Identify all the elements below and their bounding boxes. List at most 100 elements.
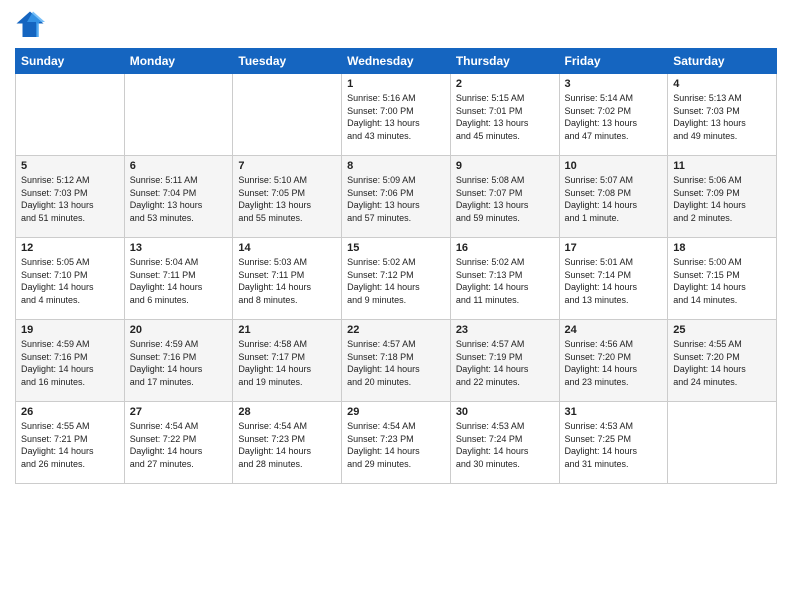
calendar-day-16: 16 Sunrise: 5:02 AM Sunset: 7:13 PM Dayli… xyxy=(450,238,559,320)
day-info: Sunrise: 4:55 AM Sunset: 7:21 PM Dayligh… xyxy=(21,420,119,470)
day-number: 5 xyxy=(21,160,119,172)
calendar-week-row: 1 Sunrise: 5:16 AM Sunset: 7:00 PM Daylig… xyxy=(16,74,777,156)
day-number: 14 xyxy=(238,242,336,254)
day-info: Sunrise: 4:57 AM Sunset: 7:18 PM Dayligh… xyxy=(347,338,445,388)
day-number: 26 xyxy=(21,406,119,418)
day-number: 16 xyxy=(456,242,554,254)
calendar-week-row: 12 Sunrise: 5:05 AM Sunset: 7:10 PM Dayli… xyxy=(16,238,777,320)
calendar-day-6: 6 Sunrise: 5:11 AM Sunset: 7:04 PM Daylig… xyxy=(124,156,233,238)
header xyxy=(15,10,777,40)
day-number: 23 xyxy=(456,324,554,336)
day-info: Sunrise: 5:15 AM Sunset: 7:01 PM Dayligh… xyxy=(456,92,554,142)
day-number: 30 xyxy=(456,406,554,418)
calendar-day-10: 10 Sunrise: 5:07 AM Sunset: 7:08 PM Dayli… xyxy=(559,156,668,238)
weekday-header-tuesday: Tuesday xyxy=(233,49,342,74)
day-number: 10 xyxy=(565,160,663,172)
day-info: Sunrise: 5:03 AM Sunset: 7:11 PM Dayligh… xyxy=(238,256,336,306)
day-number: 12 xyxy=(21,242,119,254)
calendar-day-11: 11 Sunrise: 5:06 AM Sunset: 7:09 PM Dayli… xyxy=(668,156,777,238)
day-info: Sunrise: 5:11 AM Sunset: 7:04 PM Dayligh… xyxy=(130,174,228,224)
day-number: 25 xyxy=(673,324,771,336)
day-info: Sunrise: 5:04 AM Sunset: 7:11 PM Dayligh… xyxy=(130,256,228,306)
calendar-day-26: 26 Sunrise: 4:55 AM Sunset: 7:21 PM Dayli… xyxy=(16,402,125,484)
day-info: Sunrise: 4:59 AM Sunset: 7:16 PM Dayligh… xyxy=(21,338,119,388)
calendar-day-5: 5 Sunrise: 5:12 AM Sunset: 7:03 PM Daylig… xyxy=(16,156,125,238)
day-info: Sunrise: 4:54 AM Sunset: 7:23 PM Dayligh… xyxy=(347,420,445,470)
calendar-week-row: 5 Sunrise: 5:12 AM Sunset: 7:03 PM Daylig… xyxy=(16,156,777,238)
day-number: 15 xyxy=(347,242,445,254)
calendar-day-20: 20Sunrise: 4:59 AM Sunset: 7:16 PM Dayli… xyxy=(124,320,233,402)
day-info: Sunrise: 5:06 AM Sunset: 7:09 PM Dayligh… xyxy=(673,174,771,224)
day-info: Sunrise: 4:54 AM Sunset: 7:23 PM Dayligh… xyxy=(238,420,336,470)
day-number: 24 xyxy=(565,324,663,336)
day-number: 9 xyxy=(456,160,554,172)
calendar-table: SundayMondayTuesdayWednesdayThursdayFrid… xyxy=(15,48,777,484)
page: SundayMondayTuesdayWednesdayThursdayFrid… xyxy=(0,0,792,612)
calendar-week-row: 19 Sunrise: 4:59 AM Sunset: 7:16 PM Dayli… xyxy=(16,320,777,402)
day-number: 6 xyxy=(130,160,228,172)
weekday-header-monday: Monday xyxy=(124,49,233,74)
day-info: Sunrise: 5:10 AM Sunset: 7:05 PM Dayligh… xyxy=(238,174,336,224)
calendar-day-3: 3Sunrise: 5:14 AM Sunset: 7:02 PM Daylig… xyxy=(559,74,668,156)
day-info: Sunrise: 5:02 AM Sunset: 7:12 PM Dayligh… xyxy=(347,256,445,306)
day-number: 8 xyxy=(347,160,445,172)
calendar-day-9: 9 Sunrise: 5:08 AM Sunset: 7:07 PM Daylig… xyxy=(450,156,559,238)
calendar-day-19: 19 Sunrise: 4:59 AM Sunset: 7:16 PM Dayli… xyxy=(16,320,125,402)
calendar-day-22: 22 Sunrise: 4:57 AM Sunset: 7:18 PM Dayli… xyxy=(342,320,451,402)
day-number: 11 xyxy=(673,160,771,172)
calendar-day-29: 29 Sunrise: 4:54 AM Sunset: 7:23 PM Dayli… xyxy=(342,402,451,484)
day-info: Sunrise: 5:07 AM Sunset: 7:08 PM Dayligh… xyxy=(565,174,663,224)
calendar-day-28: 28 Sunrise: 4:54 AM Sunset: 7:23 PM Dayli… xyxy=(233,402,342,484)
day-number: 13 xyxy=(130,242,228,254)
calendar-day-4: 4 Sunrise: 5:13 AM Sunset: 7:03 PM Daylig… xyxy=(668,74,777,156)
day-info: Sunrise: 5:08 AM Sunset: 7:07 PM Dayligh… xyxy=(456,174,554,224)
calendar-day-12: 12 Sunrise: 5:05 AM Sunset: 7:10 PM Dayli… xyxy=(16,238,125,320)
day-number: 7 xyxy=(238,160,336,172)
day-info: Sunrise: 4:56 AM Sunset: 7:20 PM Dayligh… xyxy=(565,338,663,388)
day-info: Sunrise: 5:16 AM Sunset: 7:00 PM Dayligh… xyxy=(347,92,445,142)
day-number: 1 xyxy=(347,78,445,90)
day-info: Sunrise: 4:54 AM Sunset: 7:22 PM Dayligh… xyxy=(130,420,228,470)
day-info: Sunrise: 4:58 AM Sunset: 7:17 PM Dayligh… xyxy=(238,338,336,388)
day-number: 2 xyxy=(456,78,554,90)
calendar-day-18: 18 Sunrise: 5:00 AM Sunset: 7:15 PM Dayli… xyxy=(668,238,777,320)
day-info: Sunrise: 4:55 AM Sunset: 7:20 PM Dayligh… xyxy=(673,338,771,388)
day-info: Sunrise: 5:05 AM Sunset: 7:10 PM Dayligh… xyxy=(21,256,119,306)
day-info: Sunrise: 5:00 AM Sunset: 7:15 PM Dayligh… xyxy=(673,256,771,306)
calendar-day-24: 24 Sunrise: 4:56 AM Sunset: 7:20 PM Dayli… xyxy=(559,320,668,402)
calendar-day-8: 8 Sunrise: 5:09 AM Sunset: 7:06 PM Daylig… xyxy=(342,156,451,238)
calendar-day-empty xyxy=(16,74,125,156)
day-number: 19 xyxy=(21,324,119,336)
calendar-day-27: 27Sunrise: 4:54 AM Sunset: 7:22 PM Dayli… xyxy=(124,402,233,484)
weekday-header-saturday: Saturday xyxy=(668,49,777,74)
calendar-day-empty xyxy=(124,74,233,156)
calendar-week-row: 26 Sunrise: 4:55 AM Sunset: 7:21 PM Dayli… xyxy=(16,402,777,484)
day-info: Sunrise: 5:13 AM Sunset: 7:03 PM Dayligh… xyxy=(673,92,771,142)
day-number: 18 xyxy=(673,242,771,254)
calendar-day-25: 25 Sunrise: 4:55 AM Sunset: 7:20 PM Dayli… xyxy=(668,320,777,402)
logo xyxy=(15,10,49,40)
day-number: 3 xyxy=(565,78,663,90)
calendar-day-31: 31Sunrise: 4:53 AM Sunset: 7:25 PM Dayli… xyxy=(559,402,668,484)
weekday-header-thursday: Thursday xyxy=(450,49,559,74)
day-number: 22 xyxy=(347,324,445,336)
day-info: Sunrise: 5:09 AM Sunset: 7:06 PM Dayligh… xyxy=(347,174,445,224)
day-number: 28 xyxy=(238,406,336,418)
day-info: Sunrise: 5:01 AM Sunset: 7:14 PM Dayligh… xyxy=(565,256,663,306)
calendar-day-23: 23 Sunrise: 4:57 AM Sunset: 7:19 PM Dayli… xyxy=(450,320,559,402)
weekday-header-row: SundayMondayTuesdayWednesdayThursdayFrid… xyxy=(16,49,777,74)
weekday-header-friday: Friday xyxy=(559,49,668,74)
weekday-header-sunday: Sunday xyxy=(16,49,125,74)
day-number: 4 xyxy=(673,78,771,90)
day-info: Sunrise: 4:59 AM Sunset: 7:16 PM Dayligh… xyxy=(130,338,228,388)
day-info: Sunrise: 4:53 AM Sunset: 7:24 PM Dayligh… xyxy=(456,420,554,470)
calendar-day-17: 17Sunrise: 5:01 AM Sunset: 7:14 PM Dayli… xyxy=(559,238,668,320)
calendar-day-2: 2 Sunrise: 5:15 AM Sunset: 7:01 PM Daylig… xyxy=(450,74,559,156)
day-info: Sunrise: 5:12 AM Sunset: 7:03 PM Dayligh… xyxy=(21,174,119,224)
calendar-day-30: 30 Sunrise: 4:53 AM Sunset: 7:24 PM Dayli… xyxy=(450,402,559,484)
day-info: Sunrise: 5:02 AM Sunset: 7:13 PM Dayligh… xyxy=(456,256,554,306)
day-number: 29 xyxy=(347,406,445,418)
calendar-day-1: 1 Sunrise: 5:16 AM Sunset: 7:00 PM Daylig… xyxy=(342,74,451,156)
calendar-day-15: 15 Sunrise: 5:02 AM Sunset: 7:12 PM Dayli… xyxy=(342,238,451,320)
day-info: Sunrise: 4:57 AM Sunset: 7:19 PM Dayligh… xyxy=(456,338,554,388)
